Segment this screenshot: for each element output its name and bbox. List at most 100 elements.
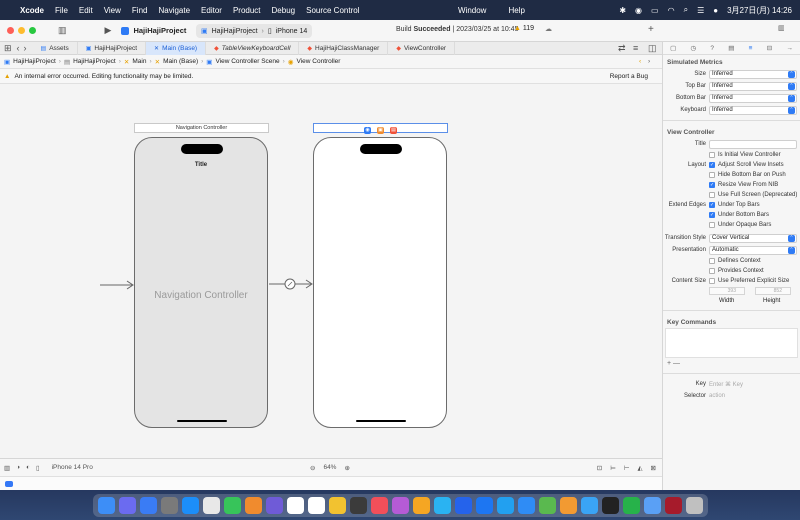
split-editor-icon[interactable]: ◫ bbox=[648, 43, 657, 54]
provides-context-checkbox[interactable] bbox=[709, 268, 715, 274]
presentation-select[interactable]: Automatic bbox=[709, 245, 797, 255]
resolve-issues-icon[interactable]: ◭ bbox=[638, 464, 643, 472]
entry-point-arrow[interactable] bbox=[100, 280, 136, 290]
storyboard-canvas[interactable]: Navigation Controller Title Navigation C… bbox=[0, 84, 662, 458]
report-bug-button[interactable]: Report a Bug bbox=[610, 73, 648, 80]
width-field[interactable]: 393 bbox=[709, 287, 745, 295]
tab-main-base[interactable]: ✕ Main (Base) bbox=[146, 41, 207, 55]
view-controller-scene[interactable] bbox=[313, 137, 447, 428]
inspector-toggle-icon[interactable]: ▥ bbox=[778, 24, 785, 32]
dock-app-icon[interactable] bbox=[475, 496, 493, 514]
add-remove-buttons[interactable]: + — bbox=[663, 358, 800, 369]
dock-app-icon[interactable] bbox=[97, 496, 115, 514]
dock-app-icon[interactable] bbox=[160, 496, 178, 514]
dock-app-icon[interactable] bbox=[538, 496, 556, 514]
under-bottom-bars-checkbox[interactable]: ✓ bbox=[709, 212, 715, 218]
clock[interactable]: 3月27日(月) 14:26 bbox=[727, 5, 792, 16]
resize-view-checkbox[interactable]: ✓ bbox=[709, 182, 715, 188]
control-center-icon[interactable]: ☰ bbox=[697, 6, 704, 15]
height-field[interactable]: 852 bbox=[755, 287, 791, 295]
connections-icon[interactable]: → bbox=[786, 45, 793, 52]
add-icon[interactable]: + bbox=[648, 24, 654, 35]
dock-app-icon[interactable] bbox=[580, 496, 598, 514]
device-icon[interactable]: ▯ bbox=[36, 464, 40, 472]
dock-app-icon[interactable] bbox=[643, 496, 661, 514]
bluetooth-icon[interactable]: ✱ bbox=[619, 6, 626, 15]
dock-app-icon[interactable] bbox=[391, 496, 409, 514]
key-field[interactable]: Enter ⌘ Key bbox=[709, 381, 743, 388]
dock-app-icon[interactable] bbox=[412, 496, 430, 514]
minimize-button[interactable] bbox=[18, 27, 25, 34]
menu-window[interactable]: Window bbox=[458, 6, 486, 15]
adjust-icon[interactable]: ≡ bbox=[633, 43, 638, 53]
sidebar-toggle-icon[interactable]: ▥ bbox=[58, 25, 67, 36]
grid-icon[interactable]: ⊞ bbox=[4, 43, 12, 54]
close-button[interactable] bbox=[7, 27, 14, 34]
dock-app-icon[interactable] bbox=[265, 496, 283, 514]
menu-product[interactable]: Product bbox=[233, 6, 261, 15]
debug-toggle-button[interactable] bbox=[5, 481, 13, 487]
zoom-button[interactable] bbox=[29, 27, 36, 34]
embed-icon[interactable]: ⊠ bbox=[651, 464, 656, 472]
battery-icon[interactable]: ▭ bbox=[651, 6, 659, 15]
jump-main[interactable]: Main bbox=[132, 58, 146, 65]
menu-edit[interactable]: Edit bbox=[79, 6, 93, 15]
jump-view-controller[interactable]: View Controller bbox=[297, 58, 341, 65]
menu-help[interactable]: Help bbox=[508, 6, 524, 15]
size-icon[interactable]: ⊟ bbox=[767, 44, 772, 52]
identity-icon[interactable]: ▤ bbox=[728, 44, 734, 52]
adjust-insets-checkbox[interactable]: ✓ bbox=[709, 162, 715, 168]
menu-editor[interactable]: Editor bbox=[201, 6, 222, 15]
navigation-controller-scene[interactable]: Title Navigation Controller bbox=[134, 137, 268, 428]
exit-icon[interactable]: ▤ bbox=[390, 127, 397, 134]
menu-navigate[interactable]: Navigate bbox=[158, 6, 190, 15]
jump-project[interactable]: HajiHajiProject bbox=[13, 58, 56, 65]
metric-bottom-bar-select[interactable]: Inferred bbox=[709, 93, 797, 103]
tab-view-controller[interactable]: ◆ ViewController bbox=[388, 41, 456, 55]
under-top-bars-checkbox[interactable]: ✓ bbox=[709, 202, 715, 208]
transition-style-select[interactable]: Cover Vertical bbox=[709, 233, 797, 243]
dock-app-icon[interactable] bbox=[328, 496, 346, 514]
dock-app-icon[interactable] bbox=[223, 496, 241, 514]
view-controller-icon[interactable]: ◉ bbox=[364, 127, 371, 134]
menu-debug[interactable]: Debug bbox=[272, 6, 296, 15]
dock-app-icon[interactable] bbox=[286, 496, 304, 514]
update-frames-icon[interactable]: ⊡ bbox=[597, 464, 602, 472]
dock-app-icon[interactable] bbox=[202, 496, 220, 514]
tab-table-view-keyboard-cell[interactable]: ◆ TableViewKeyboardCell bbox=[206, 41, 300, 55]
orientation-icon[interactable]: ◐ bbox=[26, 464, 30, 471]
back-icon[interactable]: ‹ bbox=[17, 43, 20, 53]
selector-field[interactable]: action bbox=[709, 393, 725, 399]
menu-file[interactable]: File bbox=[55, 6, 68, 15]
jump-scene[interactable]: View Controller Scene bbox=[215, 58, 279, 65]
dock-app-icon[interactable] bbox=[496, 496, 514, 514]
wifi-icon[interactable]: ◠ bbox=[668, 6, 675, 15]
dock-app-icon[interactable] bbox=[433, 496, 451, 514]
siri-icon[interactable]: ● bbox=[713, 6, 718, 15]
forward-icon[interactable]: › bbox=[24, 43, 27, 53]
dock-app-icon[interactable] bbox=[181, 496, 199, 514]
segue-arrow[interactable] bbox=[269, 277, 315, 291]
tab-class-manager[interactable]: ◆ HajiHajiClassManager bbox=[299, 41, 389, 55]
cloud-icon[interactable]: ☁ bbox=[545, 25, 552, 33]
initial-vc-checkbox[interactable] bbox=[709, 152, 715, 158]
scheme-selector[interactable]: ▣ HajiHajiProject › ▯ iPhone 14 bbox=[196, 24, 313, 38]
file-inspector-icon[interactable]: ▢ bbox=[670, 44, 676, 52]
zoom-out-icon[interactable]: ⊖ bbox=[310, 464, 315, 472]
jump-main-base[interactable]: Main (Base) bbox=[163, 58, 198, 65]
dock-app-icon[interactable] bbox=[139, 496, 157, 514]
dock-app-icon[interactable] bbox=[118, 496, 136, 514]
pin-icon[interactable]: ⊢ bbox=[624, 464, 630, 472]
first-responder-icon[interactable]: ▣ bbox=[377, 127, 384, 134]
search-icon[interactable]: ⌕ bbox=[684, 5, 688, 15]
help-icon[interactable]: ? bbox=[710, 45, 714, 52]
defines-context-checkbox[interactable] bbox=[709, 258, 715, 264]
dock-app-icon[interactable] bbox=[370, 496, 388, 514]
dock-app-icon[interactable] bbox=[622, 496, 640, 514]
record-icon[interactable]: ◉ bbox=[635, 6, 642, 15]
dock-app-icon[interactable] bbox=[559, 496, 577, 514]
dock-app-icon[interactable] bbox=[349, 496, 367, 514]
document-outline-icon[interactable]: ▥ bbox=[4, 464, 10, 472]
attributes-icon[interactable]: ≡ bbox=[749, 45, 753, 52]
run-icon[interactable]: ▶ bbox=[105, 25, 112, 36]
